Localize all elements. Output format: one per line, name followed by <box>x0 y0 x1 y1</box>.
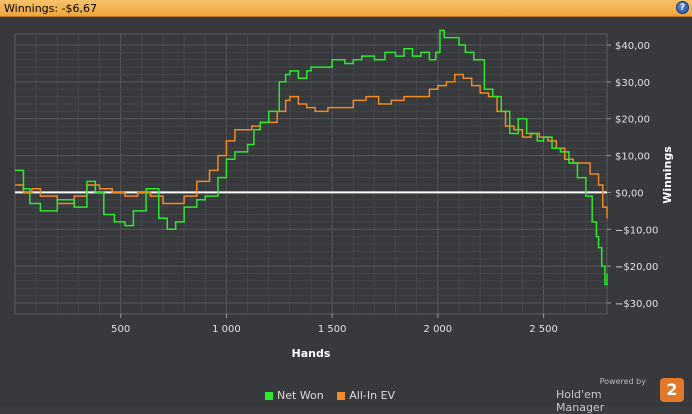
chart-legend: Net Won All-In EV <box>265 389 405 402</box>
legend-label-net-won: Net Won <box>277 389 324 402</box>
y-tick-label: −$30,00 <box>615 299 658 310</box>
x-tick-labels: 500 1 000 1 500 2 000 2 500 <box>111 314 558 335</box>
x-tick-label: 1 000 <box>212 324 241 335</box>
brand-block: Powered by Hold'em Manager 2 <box>556 377 686 414</box>
x-tick-label: 500 <box>111 324 130 335</box>
legend-item-all-in-ev[interactable]: All-In EV <box>337 389 395 402</box>
y-tick-label: $10,00 <box>615 152 650 163</box>
powered-by-text: Powered by <box>599 377 646 386</box>
y-tick-label: −$20,00 <box>615 262 658 273</box>
y-tick-labels: −$30,00 −$20,00 −$10,00 $0,00 $10,00 $20,00 $3… <box>607 41 658 310</box>
legend-swatch-all-in-ev <box>337 392 346 400</box>
y-tick-label: $30,00 <box>615 78 650 89</box>
y-tick-label: $0,00 <box>615 188 644 199</box>
legend-label-all-in-ev: All-In EV <box>349 389 396 402</box>
hem2-logo-icon: 2 <box>660 378 684 402</box>
y-tick-label: −$10,00 <box>615 225 658 236</box>
y-tick-label: $20,00 <box>615 115 650 126</box>
legend-item-net-won[interactable]: Net Won <box>265 389 324 402</box>
x-tick-label: 1 500 <box>318 324 347 335</box>
x-tick-label: 2 000 <box>424 324 453 335</box>
brand-name: Hold'em Manager <box>556 388 605 414</box>
y-tick-label: $40,00 <box>615 41 650 52</box>
x-tick-label: 2 500 <box>529 324 558 335</box>
winnings-chart: −$30,00 −$20,00 −$10,00 $0,00 $10,00 $20,00 $3… <box>14 29 674 360</box>
legend-swatch-net-won <box>265 392 273 400</box>
x-axis-label: Hands <box>292 347 331 360</box>
y-axis-label: Winnings <box>661 146 674 204</box>
